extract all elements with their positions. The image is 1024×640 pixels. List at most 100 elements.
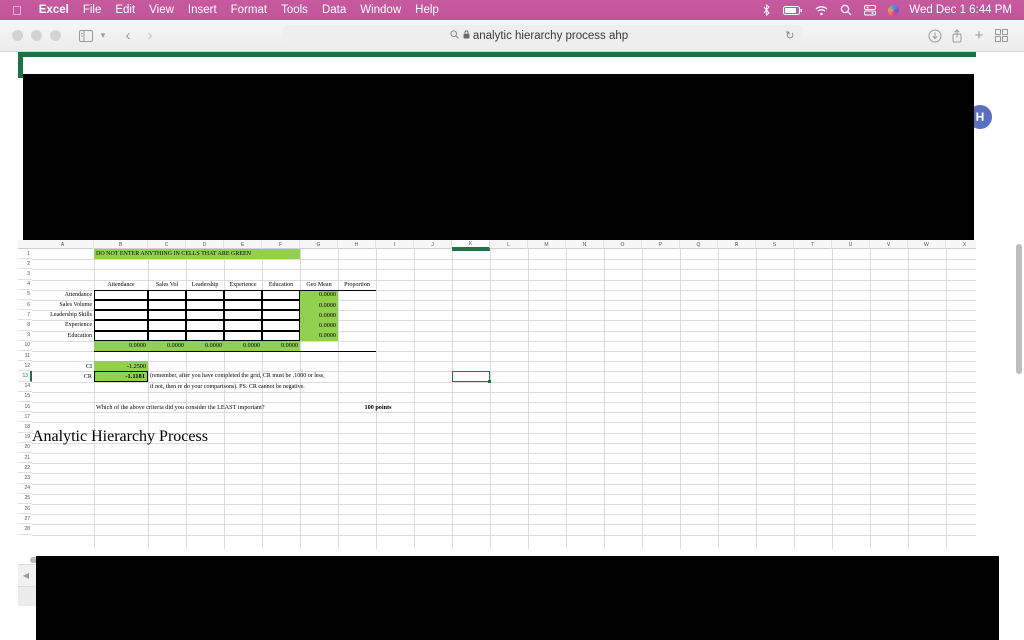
column-header-s[interactable]: S — [756, 240, 794, 249]
matrix-cell-1-3[interactable] — [224, 300, 262, 311]
row-header-2[interactable]: 2 — [18, 259, 32, 270]
matrix-cell-0-3[interactable] — [224, 289, 262, 300]
row-header-7[interactable]: 7 — [18, 310, 32, 321]
row-header-15[interactable]: 15 — [18, 392, 32, 402]
matrix-cell-2-0[interactable] — [94, 310, 148, 321]
matrix-cell-4-3[interactable] — [224, 330, 262, 341]
matrix-cell-2-2[interactable] — [186, 310, 224, 321]
row-header-13[interactable]: 13 — [18, 371, 32, 382]
proportion-4[interactable] — [338, 331, 376, 341]
matrix-cell-3-4[interactable] — [262, 320, 300, 331]
proportion-1[interactable] — [338, 300, 376, 310]
matrix-cell-3-3[interactable] — [224, 320, 262, 331]
row-header-19[interactable]: 19 — [18, 433, 32, 443]
row-header-26[interactable]: 26 — [18, 504, 32, 515]
row-header-1[interactable]: 1 — [18, 249, 32, 260]
reload-button[interactable]: ↻ — [785, 29, 794, 42]
column-header-o[interactable]: O — [604, 240, 642, 249]
sidebar-toggle-icon[interactable] — [75, 25, 97, 47]
control-center-icon[interactable] — [858, 4, 882, 16]
menu-item-data[interactable]: Data — [315, 0, 353, 20]
close-button[interactable] — [12, 30, 23, 41]
bluetooth-icon[interactable] — [757, 4, 777, 16]
row-header-27[interactable]: 27 — [18, 514, 32, 525]
proportion-0[interactable] — [338, 290, 376, 300]
row-header-9[interactable]: 9 — [18, 331, 32, 341]
vertical-scrollbar[interactable] — [1016, 244, 1022, 374]
matrix-cell-1-2[interactable] — [186, 300, 224, 311]
spotlight-search-icon[interactable] — [834, 4, 858, 16]
proportion-3[interactable] — [338, 320, 376, 330]
column-header-t[interactable]: T — [794, 240, 832, 249]
menu-item-window[interactable]: Window — [353, 0, 408, 20]
address-text[interactable]: analytic hierarchy process ahp — [457, 30, 628, 42]
row-header-21[interactable]: 21 — [18, 453, 32, 464]
column-headers[interactable]: ABCDEFGHIJKLMNOPQRSTUVWXYZ — [18, 240, 976, 249]
column-header-l[interactable]: L — [490, 240, 528, 249]
matrix-cell-3-0[interactable] — [94, 320, 148, 331]
menu-item-file[interactable]: File — [76, 0, 109, 20]
menu-item-format[interactable]: Format — [224, 0, 274, 20]
menu-bar-clock[interactable]: Wed Dec 1 6:44 PM — [905, 4, 1018, 16]
column-header-x[interactable]: X — [946, 240, 976, 249]
column-header-i[interactable]: I — [376, 240, 414, 249]
menu-item-excel[interactable]: Excel — [32, 0, 76, 20]
matrix-cell-2-3[interactable] — [224, 310, 262, 321]
row-header-11[interactable]: 11 — [18, 351, 32, 362]
zoom-button[interactable] — [50, 30, 61, 41]
address-bar[interactable]: analytic hierarchy process ahp ↻ — [282, 24, 803, 47]
chevron-down-icon[interactable]: ▾ — [97, 25, 109, 47]
row-header-18[interactable]: 18 — [18, 422, 32, 433]
row-header-25[interactable]: 25 — [18, 494, 32, 504]
matrix-cell-1-4[interactable] — [262, 300, 300, 311]
proportion-2[interactable] — [338, 310, 376, 320]
matrix-cell-3-1[interactable] — [148, 320, 186, 331]
column-header-w[interactable]: W — [908, 240, 946, 249]
matrix-cell-4-2[interactable] — [186, 330, 224, 341]
battery-icon[interactable] — [777, 5, 809, 16]
forward-button[interactable]: › — [139, 25, 161, 47]
column-header-k[interactable]: K — [452, 240, 490, 249]
row-header-10[interactable]: 10 — [18, 341, 32, 351]
new-tab-icon[interactable]: + — [968, 25, 990, 47]
matrix-cell-2-1[interactable] — [148, 310, 186, 321]
matrix-cell-2-4[interactable] — [262, 310, 300, 321]
matrix-cell-0-0[interactable] — [94, 289, 148, 300]
column-header-q[interactable]: Q — [680, 240, 718, 249]
menu-item-edit[interactable]: Edit — [108, 0, 142, 20]
matrix-cell-4-1[interactable] — [148, 330, 186, 341]
row-header-8[interactable]: 8 — [18, 320, 32, 331]
row-header-17[interactable]: 17 — [18, 412, 32, 423]
warning-banner[interactable]: DO NOT ENTER ANYTHING IN CELLS THAT ARE … — [94, 249, 300, 260]
matrix-cell-0-1[interactable] — [148, 289, 186, 300]
column-header-b[interactable]: B — [94, 240, 148, 249]
back-button[interactable]: ‹ — [117, 25, 139, 47]
column-header-d[interactable]: D — [186, 240, 224, 249]
column-header-u[interactable]: U — [832, 240, 870, 249]
row-header-3[interactable]: 3 — [18, 269, 32, 280]
selected-cell-outline[interactable] — [452, 371, 490, 382]
menu-item-tools[interactable]: Tools — [274, 0, 315, 20]
row-header-4[interactable]: 4 — [18, 280, 32, 290]
menu-item-view[interactable]: View — [142, 0, 181, 20]
share-icon[interactable] — [946, 25, 968, 47]
fill-handle[interactable] — [488, 379, 491, 383]
row-header-28[interactable]: 28 — [18, 524, 32, 535]
row-header-22[interactable]: 22 — [18, 463, 32, 474]
minimize-button[interactable] — [31, 30, 42, 41]
column-header-j[interactable]: J — [414, 240, 452, 249]
matrix-cell-0-2[interactable] — [186, 289, 224, 300]
column-header-e[interactable]: E — [224, 240, 262, 249]
column-header-a[interactable]: A — [32, 240, 94, 249]
row-header-24[interactable]: 24 — [18, 484, 32, 494]
matrix-cell-0-4[interactable] — [262, 289, 300, 300]
row-header-12[interactable]: 12 — [18, 361, 32, 372]
matrix-cell-3-2[interactable] — [186, 320, 224, 331]
siri-icon[interactable] — [882, 4, 905, 16]
row-header-5[interactable]: 5 — [18, 290, 32, 300]
row-header-20[interactable]: 20 — [18, 443, 32, 453]
row-header-6[interactable]: 6 — [18, 300, 32, 311]
row-header-16[interactable]: 16 — [18, 402, 32, 413]
wifi-icon[interactable] — [809, 5, 834, 16]
spreadsheet-grid[interactable]: ABCDEFGHIJKLMNOPQRSTUVWXYZ 1234567891011… — [18, 240, 976, 556]
